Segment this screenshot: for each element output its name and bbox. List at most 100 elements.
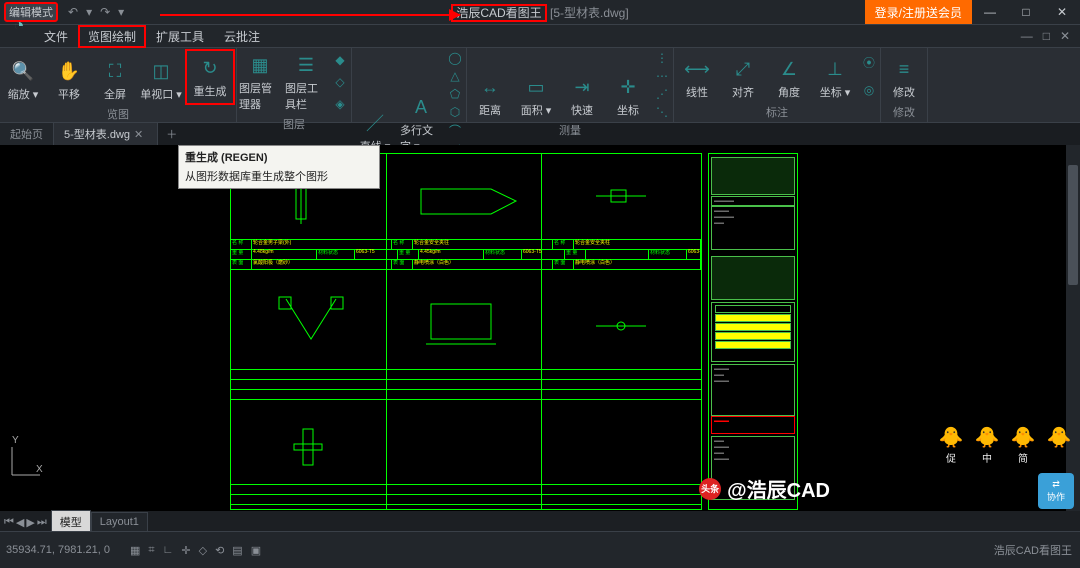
snap-icon[interactable]: ⌗ [148, 544, 154, 557]
child-min-icon[interactable]: — [1021, 29, 1033, 43]
close-icon[interactable]: ✕ [130, 129, 147, 141]
next-icon[interactable]: ▶ [26, 516, 34, 529]
drawing-sheet: 名 称轮合金男子梁(外) 名 称轮合金安全夹往 名 称轮合金安全夹柱 重 量4.… [230, 153, 702, 510]
ycoord-button[interactable]: ⊥坐标 ▾ [812, 48, 858, 104]
small-tool-icon[interactable]: ⦿ [860, 55, 878, 71]
mascot-button[interactable]: 🐥促 [936, 425, 966, 469]
window-close-button[interactable]: ✕ [1044, 0, 1080, 24]
new-tab-button[interactable]: ＋ [158, 123, 185, 145]
ucs-icon: Y X [12, 435, 43, 475]
small-tool-icon[interactable]: ⌒ [446, 122, 464, 138]
app-logo-icon[interactable]: ◔ [6, 3, 32, 47]
small-tool-icon[interactable]: ⋯ [653, 68, 671, 84]
small-tool-icon[interactable]: △ [446, 68, 464, 84]
area-button[interactable]: ▭面积 ▾ [513, 48, 559, 122]
align-button[interactable]: ⤢对齐 [720, 48, 766, 104]
dropdown-icon[interactable]: ▾ [118, 5, 124, 19]
title-bar: 编辑模式 ↶ ▾ ↷ ▾ 浩辰CAD看图王 [5-型材表.dwg] 登录/注册送… [0, 0, 1080, 25]
doc-name: [5-型材表.dwg] [550, 6, 629, 20]
small-tool-icon[interactable]: ◎ [860, 82, 878, 98]
small-tool-icon[interactable]: ◯ [446, 50, 464, 66]
small-tool-icon[interactable]: ⬡ [446, 104, 464, 120]
small-tool-icon[interactable]: ⋮ [653, 50, 671, 66]
small-tool-icon[interactable]: ◈ [331, 96, 349, 112]
group-label: 修改 [881, 104, 927, 122]
redo-icon[interactable]: ↷ [100, 5, 110, 19]
collab-button[interactable]: ⇄协作 [1038, 473, 1074, 509]
first-icon[interactable]: ⏮ [4, 516, 14, 529]
tab-layout1[interactable]: Layout1 [91, 512, 148, 532]
dropdown-icon[interactable]: ▾ [86, 5, 92, 19]
menu-file[interactable]: 文件 [34, 25, 78, 48]
child-close-icon[interactable]: ✕ [1060, 29, 1070, 43]
ortho-icon[interactable]: ∟ [163, 544, 174, 557]
fullscreen-button-icon: ⛶ [102, 58, 128, 84]
floating-mascots: 🐥促🐥中🐥简🐥 [936, 425, 1074, 469]
layer-manager-button[interactable]: ▦图层管理器 [237, 48, 283, 116]
pan-button-icon: ✋ [56, 58, 82, 84]
minimize-button[interactable]: — [972, 0, 1008, 24]
ribbon: 🔍缩放 ▾✋平移⛶全屏◫单视口 ▾↻重生成览图▦图层管理器☰图层工具栏◆◇◈图层… [0, 47, 1080, 123]
mascot-button[interactable]: 🐥 [1044, 425, 1074, 469]
ycoord-button-icon: ⊥ [822, 56, 848, 82]
distance-button[interactable]: ↔距离 [467, 48, 513, 122]
menu-view-draw[interactable]: 览图绘制 [78, 25, 146, 48]
mascot-button[interactable]: 🐥中 [972, 425, 1002, 469]
viewport-button-icon: ◫ [148, 58, 174, 84]
regen-button-icon: ↻ [197, 55, 223, 81]
last-icon[interactable]: ⏭ [37, 516, 47, 529]
undo-icon[interactable]: ↶ [68, 5, 78, 19]
duck-icon: 🐥 [939, 425, 964, 450]
menu-ext-tools[interactable]: 扩展工具 [146, 25, 214, 48]
duck-icon: 🐥 [975, 425, 1000, 450]
status-bar: 35934.71, 7981.21, 0 ▦ ⌗ ∟ ✛ ◇ ⟲ ▤ ▣ 浩辰C… [0, 531, 1080, 568]
grid-icon[interactable]: ▦ [130, 544, 140, 557]
small-tool-icon[interactable]: ◇ [331, 74, 349, 90]
tab-start[interactable]: 起始页 [0, 123, 54, 145]
angle-button[interactable]: ∠角度 [766, 48, 812, 104]
menu-bar: ◔ 文件 览图绘制 扩展工具 云批注 — □ ✕ [0, 25, 1080, 47]
child-max-icon[interactable]: □ [1043, 29, 1050, 43]
zoom-button[interactable]: 🔍缩放 ▾ [0, 48, 46, 106]
prev-icon[interactable]: ◀ [16, 516, 24, 529]
small-tool-icon[interactable]: ⬠ [446, 86, 464, 102]
osnap-icon[interactable]: ◇ [199, 544, 207, 557]
pan-button[interactable]: ✋平移 [46, 48, 92, 106]
layer-toolbar-button[interactable]: ☰图层工具栏 [283, 48, 329, 116]
viewport-button[interactable]: ◫单视口 ▾ [138, 48, 184, 106]
app-name: 浩辰CAD看图王 [451, 4, 546, 22]
duck-icon: 🐥 [1011, 425, 1036, 450]
track-icon[interactable]: ⟲ [215, 544, 224, 557]
align-button-icon: ⤢ [730, 56, 756, 82]
line-button[interactable]: ／直线 ▾ [352, 48, 398, 158]
modify-button[interactable]: ≡修改 [881, 48, 927, 104]
fullscreen-button[interactable]: ⛶全屏 [92, 48, 138, 106]
modify-button-icon: ≡ [891, 56, 917, 82]
quick-button-icon: ⇥ [569, 74, 595, 100]
polar-icon[interactable]: ✛ [181, 544, 190, 557]
small-tool-icon[interactable]: ⋰ [653, 86, 671, 102]
model-icon[interactable]: ▣ [251, 544, 261, 557]
coord-button-icon: ✛ [615, 74, 641, 100]
mtext-button[interactable]: A多行文字 ▾ [398, 48, 444, 158]
quick-button[interactable]: ⇥快速 [559, 48, 605, 122]
menu-cloud-annot[interactable]: 云批注 [214, 25, 270, 48]
linear-button[interactable]: ⟷线性 [674, 48, 720, 104]
mtext-button-icon: A [408, 94, 434, 120]
drawing-area[interactable]: 重生成 (REGEN) 从图形数据库重生成整个图形 [0, 145, 1080, 533]
regen-button[interactable]: ↻重生成 [185, 49, 235, 105]
maximize-button[interactable]: □ [1008, 0, 1044, 24]
mascot-button[interactable]: 🐥简 [1008, 425, 1038, 469]
small-tool-icon[interactable]: ⋱ [653, 104, 671, 120]
group-label: 览图 [0, 106, 236, 124]
tab-active-doc[interactable]: 5-型材表.dwg✕ [54, 123, 158, 145]
small-tool-icon[interactable]: ◆ [331, 52, 349, 68]
duck-icon: 🐥 [1047, 425, 1072, 450]
coord-button[interactable]: ✛坐标 [605, 48, 651, 122]
distance-button-icon: ↔ [477, 74, 503, 100]
lwt-icon[interactable]: ▤ [232, 544, 242, 557]
login-button[interactable]: 登录/注册送会员 [865, 0, 972, 24]
tooltip-desc: 从图形数据库重生成整个图形 [179, 168, 379, 188]
coords-readout: 35934.71, 7981.21, 0 [0, 544, 110, 556]
tooltip: 重生成 (REGEN) 从图形数据库重生成整个图形 [178, 145, 380, 189]
